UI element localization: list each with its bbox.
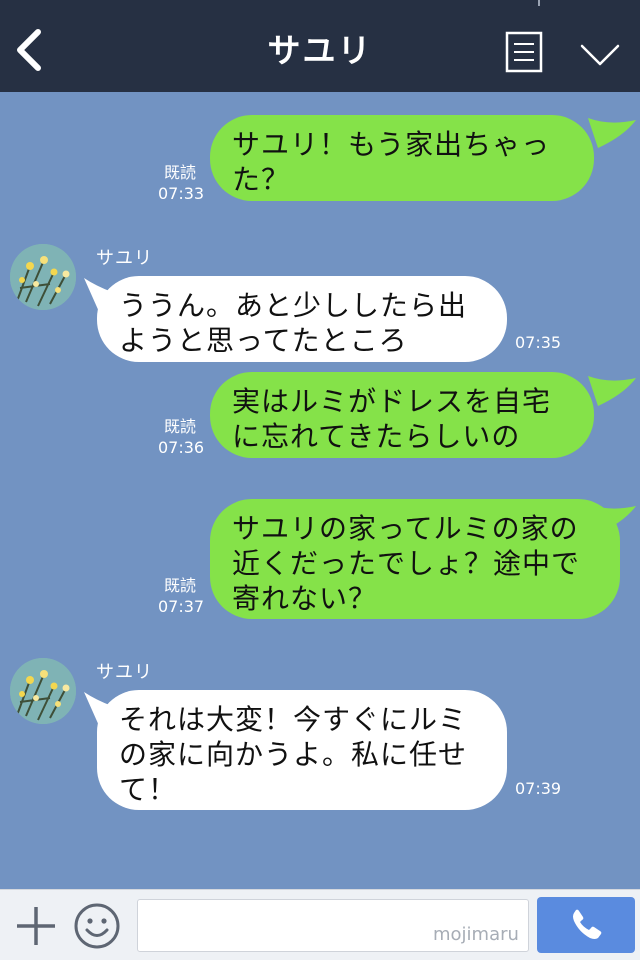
avatar[interactable] <box>10 658 76 724</box>
message-meta: 既読 07:37 <box>158 575 205 617</box>
read-receipt: 既読 <box>163 417 196 436</box>
message-time: 07:33 <box>158 184 205 203</box>
read-receipt: 既読 <box>163 163 196 182</box>
status-line <box>538 0 540 6</box>
watermark: mojimaru <box>433 924 519 945</box>
message-list: 既読 07:33 サユリ！もう家出ちゃった？ サユリ ううん。あと少ししたら出よ… <box>0 92 640 889</box>
sender-name: サユリ <box>96 248 153 269</box>
menu-button[interactable] <box>505 31 543 73</box>
chat-header: サユリ <box>0 0 640 92</box>
collapse-button[interactable] <box>576 38 624 70</box>
sent-message-bubble[interactable]: サユリの家ってルミの家の近くだったでしょ？途中で寄れない？ <box>210 499 620 619</box>
received-message-bubble[interactable]: ううん。あと少ししたら出ようと思ってたところ <box>97 276 507 362</box>
chat-title: サユリ <box>267 31 373 70</box>
message-time: 07:37 <box>158 597 205 616</box>
smiley-icon <box>74 903 120 949</box>
message-meta: 既読 07:36 <box>158 416 205 458</box>
sent-message-bubble[interactable]: 実はルミがドレスを自宅に忘れてきたらしいの <box>210 372 594 458</box>
phone-icon <box>573 909 602 939</box>
message-time: 07:36 <box>158 438 205 457</box>
call-button[interactable] <box>537 897 635 953</box>
message-time: 07:35 <box>515 333 562 352</box>
read-receipt: 既読 <box>163 576 196 595</box>
plus-icon <box>17 907 55 945</box>
sent-message-bubble[interactable]: サユリ！もう家出ちゃった？ <box>210 115 594 201</box>
chevron-down-icon <box>580 44 620 66</box>
menu-icon <box>505 31 543 73</box>
emoji-button[interactable] <box>73 902 121 950</box>
flower-avatar-icon <box>10 244 76 310</box>
tail-sent-2 <box>588 376 636 406</box>
input-bar: mojimaru <box>0 889 640 960</box>
avatar[interactable] <box>10 244 76 310</box>
received-message-bubble[interactable]: それは大変！今すぐにルミの家に向かうよ。私に任せて！ <box>97 690 507 810</box>
sender-name: サユリ <box>96 662 153 683</box>
tail-sent-1 <box>588 118 636 148</box>
message-time: 07:39 <box>515 779 562 798</box>
add-attachment-button[interactable] <box>14 904 58 948</box>
flower-avatar-icon <box>10 658 76 724</box>
message-meta: 既読 07:33 <box>158 162 205 204</box>
